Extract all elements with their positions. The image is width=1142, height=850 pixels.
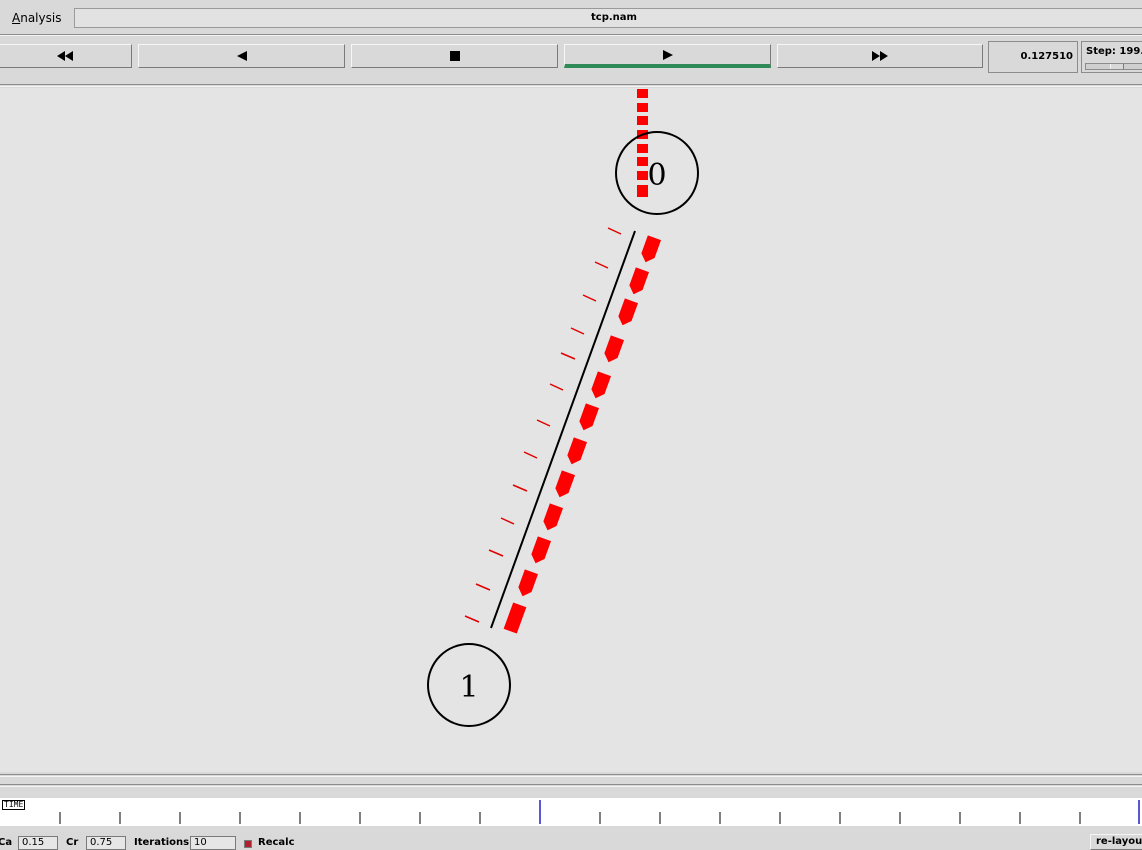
data-packet (591, 371, 612, 399)
ack-packet (464, 615, 480, 623)
time-slider[interactable]: TIME (0, 798, 1142, 826)
play-button[interactable] (564, 44, 771, 68)
data-packet (555, 470, 576, 498)
iterations-label: Iterations (134, 837, 190, 848)
ack-packet (582, 294, 597, 302)
node-1-label: 1 (459, 670, 478, 705)
queued-packet (637, 171, 648, 180)
cr-label: Cr (66, 837, 79, 848)
ack-packet (536, 419, 551, 427)
divider (0, 774, 1142, 775)
divider (0, 786, 1142, 787)
step-slider[interactable] (1085, 63, 1142, 70)
ack-packet (594, 261, 609, 269)
iterations-input[interactable]: 10 (190, 836, 236, 850)
node-0-label: 0 (647, 158, 666, 193)
fast-forward-button[interactable] (777, 44, 983, 68)
fast-rewind-button[interactable] (0, 44, 132, 68)
data-packet (503, 602, 527, 634)
data-packet (641, 235, 662, 263)
data-packet (531, 536, 552, 564)
ack-packet (607, 227, 622, 235)
step-control: Step: 199.5 (1081, 41, 1142, 73)
data-packet (629, 267, 650, 295)
recalc-checkbox[interactable] (244, 840, 252, 848)
ack-packet (523, 451, 538, 459)
data-packet (518, 569, 539, 597)
menu-analysis[interactable]: Analysis (8, 8, 65, 28)
data-packet (567, 437, 588, 465)
relayout-button[interactable]: re-layout (1090, 834, 1142, 850)
divider (0, 86, 1142, 87)
data-packet (543, 503, 564, 531)
queued-packet (637, 157, 648, 166)
ack-packet (475, 583, 491, 591)
time-ticks (59, 800, 1140, 824)
queued-packet (637, 89, 648, 98)
ack-packet (549, 383, 564, 391)
data-packet (618, 298, 639, 326)
divider (0, 84, 1142, 85)
stop-icon (449, 51, 460, 61)
ack-packet (512, 484, 528, 492)
packet-queue (637, 89, 648, 197)
menu-bar: Analysis tcp.nam (0, 0, 1142, 34)
queued-packet (637, 185, 648, 197)
window-title: tcp.nam (74, 8, 1142, 28)
data-packet (604, 335, 625, 363)
divider (0, 784, 1142, 785)
step-slider-thumb[interactable] (1110, 64, 1124, 69)
ack-packets (464, 227, 622, 623)
fast-forward-icon (872, 51, 888, 61)
link-0-1 (490, 230, 636, 629)
ca-input[interactable]: 0.15 (18, 836, 58, 850)
data-packet (579, 403, 600, 431)
cr-input[interactable]: 0.75 (86, 836, 126, 850)
play-backward-icon (236, 51, 247, 61)
ack-packet (500, 517, 515, 525)
queued-packet (637, 144, 648, 153)
step-label: Step: 199.5 (1086, 46, 1142, 57)
play-backward-button[interactable] (138, 44, 345, 68)
network-drawing: 0 1 (427, 89, 699, 727)
ack-packet (560, 352, 576, 360)
data-packets (503, 235, 662, 634)
queued-packet (637, 116, 648, 125)
ack-packet (488, 549, 504, 557)
recalc-label: Recalc (258, 837, 295, 848)
play-icon (662, 49, 673, 60)
divider (0, 35, 1142, 36)
network-canvas[interactable]: 0 1 (0, 88, 1142, 772)
layout-controls: Ca 0.15 Cr 0.75 Iterations 10 Recalc re-… (0, 830, 1142, 850)
ca-label: Ca (0, 837, 13, 848)
divider (0, 776, 1142, 777)
queued-packet (637, 103, 648, 112)
ack-packet (570, 327, 585, 335)
time-readout: 0.127510 (988, 41, 1078, 73)
stop-button[interactable] (351, 44, 558, 68)
fast-rewind-icon (57, 51, 73, 61)
